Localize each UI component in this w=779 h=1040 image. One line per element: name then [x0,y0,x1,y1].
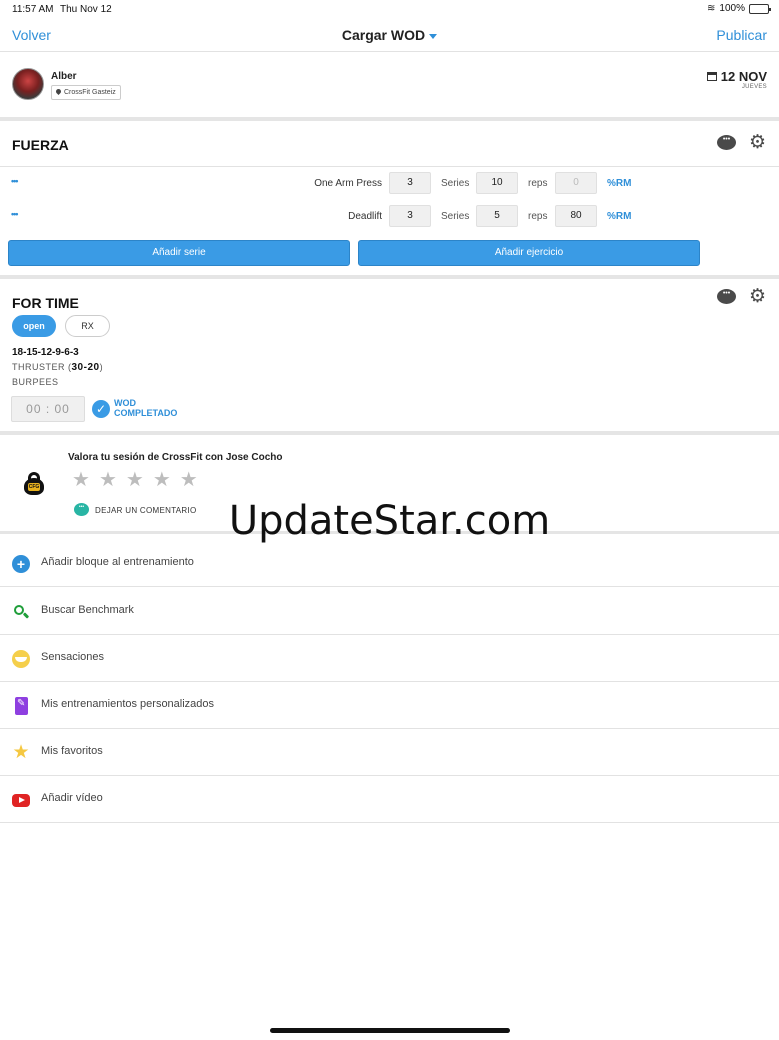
star-icon[interactable]: ★ [72,470,90,490]
star-icon[interactable]: ★ [126,470,144,490]
time-input[interactable]: 00 : 00 [11,396,85,422]
rx-pill[interactable]: RX [65,315,110,337]
menu-item-add-video[interactable]: Añadir vídeo [0,776,779,823]
menu-item-sensations[interactable]: Sensaciones [0,635,779,682]
wod-done-line1: WOD [114,398,136,408]
exercise-name: One Arm Press [314,178,382,189]
date-selector[interactable]: 12 NOV JUEVES [706,69,767,90]
kettlebell-logo-icon: CFG [24,472,44,495]
menu-item-favorites[interactable]: ★ Mis favoritos [0,729,779,776]
menu-item-label: Sensaciones [41,651,104,663]
divider [0,275,779,279]
status-date: Thu Nov 12 [60,4,112,15]
reps-label: reps [528,211,548,222]
exercise-row: ••• Deadlift 3 Series 5 reps 80 %RM [0,201,779,231]
reps-input[interactable]: 5 [476,205,518,227]
open-pill[interactable]: open [12,315,56,337]
wod-movement-burpees: BURPEES [12,377,59,387]
status-time: 11:57 AM [12,4,54,15]
search-icon [12,603,30,621]
rating-title: Valora tu sesión de CrossFit con Jose Co… [68,452,283,463]
home-indicator[interactable] [270,1028,510,1033]
rm-label[interactable]: %RM [607,211,631,222]
battery-icon [749,3,771,14]
wifi-icon: ≋ [707,3,716,14]
gear-icon[interactable]: ⚙ [749,287,766,306]
sets-label: Series [441,178,470,189]
rm-input[interactable]: 0 [555,172,597,194]
more-options-icon[interactable]: ••• [11,209,19,219]
status-bar: 11:57 AM Thu Nov 12 ≋ 100% [0,0,779,18]
calendar-icon [706,72,717,81]
sets-input[interactable]: 3 [389,172,431,194]
comment-icon[interactable] [717,289,736,304]
user-header: Alber CrossFit Gasteiz 12 NOV JUEVES [0,53,779,117]
rating-stars: ★ ★ ★ ★ ★ [72,470,198,490]
rm-input[interactable]: 80 [555,205,597,227]
page-title: Cargar WOD [341,27,426,43]
menu-item-label: Mis favoritos [41,745,103,757]
reps-input[interactable]: 10 [476,172,518,194]
date-weekday: JUEVES [741,84,767,90]
menu-item-label: Mis entrenamientos personalizados [41,698,215,710]
section-title-fuerza: FUERZA [12,137,69,153]
menu-item-search-benchmark[interactable]: Buscar Benchmark [0,588,779,635]
star-icon[interactable]: ★ [153,470,171,490]
battery-percent: 100% [719,3,745,14]
comment-icon[interactable] [717,135,736,150]
caret-down-icon [429,33,438,39]
thruster-name: THRUSTER ( [12,362,72,372]
more-options-icon[interactable]: ••• [11,176,19,186]
thruster-end: ) [99,362,104,372]
row-separator [0,166,779,167]
location-pin-icon [54,87,63,96]
page-title-dropdown[interactable]: Cargar WOD [0,27,779,43]
gear-icon[interactable]: ⚙ [749,133,766,152]
youtube-icon [12,794,30,807]
star-icon: ★ [12,742,30,763]
exercise-name: Deadlift [348,211,382,222]
avatar[interactable] [12,68,44,100]
date-big: 12 NOV [720,69,767,84]
watermark: UpdateStar.com [228,498,551,544]
divider [0,431,779,435]
menu-item-add-block[interactable]: + Añadir bloque al entrenamiento [0,540,779,587]
user-name: Alber [51,71,77,82]
add-set-button[interactable]: Añadir serie [8,240,350,266]
clipboard-icon [15,697,28,715]
wod-completed-toggle[interactable]: WOD COMPLETADO [114,398,177,418]
menu-item-label: Añadir bloque al entrenamiento [41,556,194,568]
checkmark-icon[interactable]: ✓ [92,400,110,418]
thruster-weight: 30-20 [71,362,100,373]
rm-label[interactable]: %RM [607,178,631,189]
publish-button[interactable]: Publicar [716,27,767,43]
plus-circle-icon: + [12,555,30,573]
exercise-row: ••• One Arm Press 3 Series 10 reps 0 %RM [0,168,779,198]
star-icon[interactable]: ★ [99,470,117,490]
status-right: ≋ 100% [707,3,771,14]
star-icon[interactable]: ★ [180,470,198,490]
box-name: CrossFit Gasteiz [64,89,116,96]
wod-scheme: 18-15-12-9-6-3 [12,347,79,358]
divider [0,117,779,121]
smile-icon [12,650,30,668]
add-exercise-button[interactable]: Añadir ejercicio [358,240,700,266]
box-badge[interactable]: CrossFit Gasteiz [51,85,121,100]
menu-item-label: Añadir vídeo [41,792,103,804]
wod-done-line2: COMPLETADO [114,408,178,418]
sets-input[interactable]: 3 [389,205,431,227]
menu-item-label: Buscar Benchmark [41,604,134,616]
reps-label: reps [528,178,548,189]
section-title-fortime: FOR TIME [12,295,79,311]
navigation-bar: Volver Cargar WOD Publicar [0,18,779,52]
logo-text: CFG [28,483,40,491]
menu-item-custom-workouts[interactable]: Mis entrenamientos personalizados [0,682,779,729]
sets-label: Series [441,211,470,222]
wod-movement-thruster: THRUSTER (30-20) [12,362,103,373]
